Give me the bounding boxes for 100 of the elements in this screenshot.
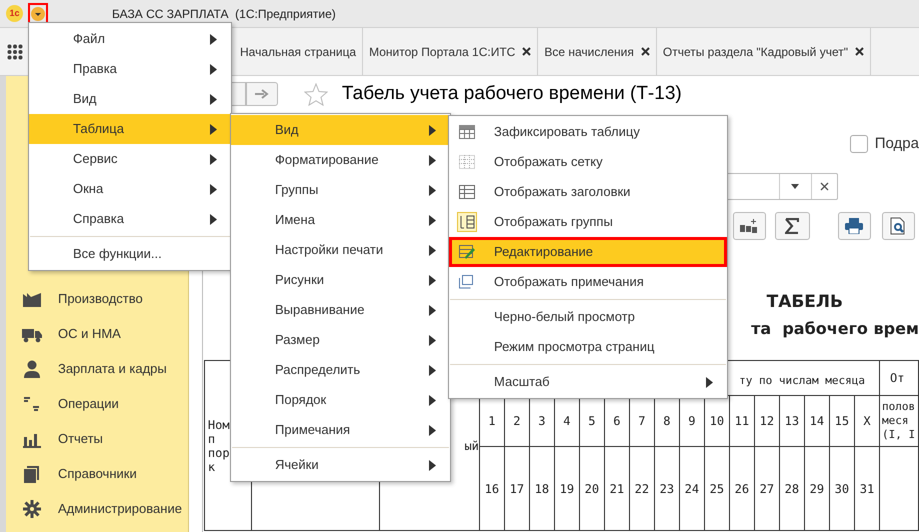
preview-button[interactable] [882, 212, 915, 240]
printer-icon [845, 218, 864, 234]
headers-icon [457, 182, 477, 202]
freeze-icon [457, 122, 477, 142]
table-cell: От [880, 360, 918, 396]
table-cell: 18 [529, 446, 554, 530]
settings-icon [22, 500, 42, 518]
spelling-button[interactable] [732, 212, 766, 240]
submenu-arrow-icon [210, 124, 217, 134]
person-icon [22, 360, 42, 378]
submenu-arrow-icon [429, 214, 436, 226]
document-subheading: та рабочего врем [751, 319, 919, 339]
window-title: БАЗА СС ЗАРПЛАТА (1С:Предприятие) [112, 6, 336, 22]
submenu-arrow-icon [706, 376, 713, 388]
close-icon[interactable] [522, 47, 532, 56]
sigma-icon [785, 218, 800, 234]
menu-item[interactable]: Редактирование [449, 237, 727, 267]
submenu-arrow-icon [429, 460, 436, 470]
table-cell: 30 [829, 446, 854, 530]
menu-item[interactable]: Файл [29, 24, 231, 54]
submenu-arrow-icon [429, 184, 436, 196]
grid-icon [457, 152, 477, 172]
submenu-arrow-icon [429, 304, 436, 316]
table-cell: полов меся (I, I [880, 396, 918, 446]
table-cell: 11 [729, 396, 754, 446]
submenu-arrow-icon [429, 124, 436, 136]
submenu-arrow-icon [210, 94, 217, 104]
table-cell: 16 [479, 446, 504, 530]
sidebar-item[interactable]: Зарплата и кадры [6, 351, 188, 386]
sidebar-item[interactable]: Операции [6, 386, 188, 421]
menu-item[interactable]: Отображать группы [449, 207, 727, 237]
table-cell: 15 [829, 396, 854, 446]
submenu-arrow-icon [429, 334, 436, 346]
sidebar-item[interactable]: ОС и НМА [6, 316, 188, 351]
page-search-icon [890, 217, 906, 235]
submenu-arrow-icon [429, 424, 436, 436]
sidebar-item[interactable]: Производство [6, 281, 188, 316]
submenu-arrow-icon [429, 394, 436, 406]
table-cell: 14 [804, 396, 830, 446]
table-cell: 13 [779, 396, 804, 446]
table-cell: 23 [654, 446, 680, 530]
checkbox[interactable] [850, 135, 868, 153]
ledger-icon [22, 394, 42, 412]
submenu-arrow-icon [429, 274, 436, 286]
submenu-arrow-icon [429, 154, 436, 166]
table-cell: 31 [854, 446, 880, 530]
table-cell: 26 [729, 446, 754, 530]
menu-item[interactable]: Масштаб [449, 367, 727, 397]
table-cell: 27 [754, 446, 780, 530]
menu-item[interactable]: Ячейки [231, 450, 450, 480]
submenu-arrow-icon [429, 244, 436, 256]
menu-item[interactable]: Порядок [231, 385, 450, 415]
submenu-arrow-icon [429, 364, 436, 376]
table-cell: 24 [679, 446, 704, 530]
clear-icon[interactable] [820, 182, 829, 191]
table-cell: X [854, 396, 880, 446]
submenu-arrow-icon [210, 64, 217, 74]
table-cell: 28 [779, 446, 804, 530]
books-icon [22, 464, 42, 482]
table-cell: 17 [504, 446, 530, 530]
sum-button[interactable] [774, 212, 810, 240]
document-heading: ТАБЕЛЬ [766, 291, 843, 313]
sidebar-item[interactable]: Отчеты [6, 421, 188, 456]
table-cell: 20 [579, 446, 604, 530]
table-cell: 25 [704, 446, 730, 530]
groups-icon [457, 212, 477, 232]
table-cell: 21 [604, 446, 630, 530]
app-logo: 1с [6, 5, 23, 22]
menu-item[interactable]: Вид [29, 84, 231, 114]
table-cell: 22 [629, 446, 654, 530]
menu-item[interactable]: Правка [29, 54, 231, 84]
dropdown-caret-icon[interactable] [791, 184, 800, 189]
checkbox-label: Подра [874, 134, 919, 154]
table-cell: 29 [804, 446, 830, 530]
submenu-arrow-icon [210, 154, 217, 164]
menu-item[interactable]: Черно-белый просмотр [449, 302, 727, 332]
menu-item[interactable]: Примечания [231, 415, 450, 445]
sidebar-item[interactable]: Администрирование [6, 491, 188, 526]
print-button[interactable] [838, 212, 871, 240]
form-title: Табель учета рабочего времени (Т-13) [342, 82, 682, 106]
menu-item[interactable]: Таблица [29, 114, 231, 144]
menu-item[interactable]: Вид [231, 115, 450, 145]
menu-item[interactable]: Зафиксировать таблицу [449, 117, 727, 147]
menu-item[interactable]: Отображать заголовки [449, 177, 727, 207]
submenu-arrow-icon [210, 184, 217, 194]
menu-item[interactable]: Отображать примечания [449, 267, 727, 297]
submenu-arrow-icon [210, 214, 217, 224]
sidebar-item[interactable]: Справочники [6, 456, 188, 491]
close-icon[interactable] [855, 47, 864, 56]
arrow-right-icon [254, 89, 269, 99]
close-icon[interactable] [640, 47, 650, 56]
edit-icon [457, 242, 477, 262]
submenu-arrow-icon [210, 34, 217, 44]
table-cell: 12 [754, 396, 780, 446]
star-icon[interactable] [304, 82, 328, 106]
text-plus-icon [739, 218, 760, 234]
menu-item[interactable]: Отображать сетку [449, 147, 727, 177]
forward-button[interactable] [246, 82, 278, 106]
menu-item[interactable]: Режим просмотра страниц [449, 332, 727, 362]
caret-icon [31, 6, 45, 20]
